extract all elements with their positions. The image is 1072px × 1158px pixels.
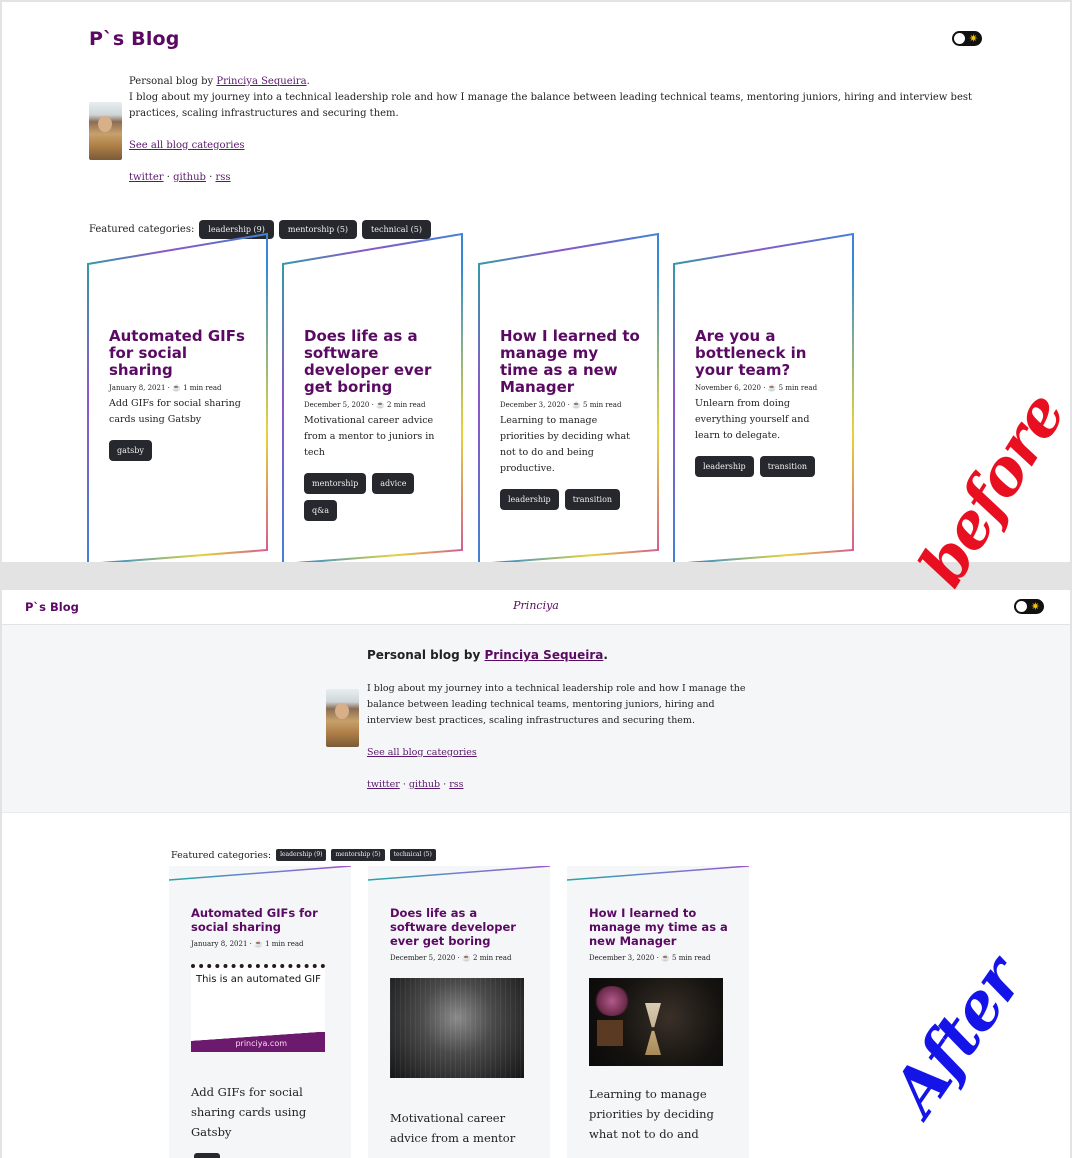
post-meta: January 8, 2021 · ☕ 1 min read	[191, 940, 304, 948]
avatar	[89, 102, 122, 160]
header-center-title[interactable]: Princiya	[2, 599, 1070, 612]
category-chip[interactable]: mentorship (5)	[331, 849, 385, 861]
github-link[interactable]: github	[409, 779, 440, 790]
sun-icon: ✷	[968, 32, 978, 45]
rss-link[interactable]: rss	[216, 172, 231, 183]
tag-chip[interactable]	[194, 1153, 220, 1158]
tag-chip[interactable]: mentorship	[304, 473, 367, 494]
tag-chip[interactable]: advice	[372, 473, 415, 494]
rain-photo	[390, 978, 524, 1078]
social-links: twitter · github · rss	[367, 779, 464, 790]
post-meta: December 3, 2020 · ☕ 5 min read	[589, 954, 711, 962]
post-title[interactable]: Does life as a software developer ever g…	[304, 328, 444, 396]
card-gradient-border	[567, 866, 749, 881]
coffee-icon: ☕	[661, 954, 670, 962]
post-title[interactable]: Automated GIFs for social sharing	[191, 906, 331, 934]
post-title[interactable]: Automated GIFs for social sharing	[109, 328, 249, 379]
tag-chip[interactable]: leadership	[500, 489, 559, 510]
toggle-knob	[954, 33, 965, 44]
post-title[interactable]: How I learned to manage my time as a new…	[500, 328, 640, 396]
bio-description: I blog about my journey into a technical…	[129, 92, 973, 119]
post-description: Add GIFs for social sharing cards using …	[191, 1085, 307, 1139]
tag-chip[interactable]: leadership	[695, 456, 754, 477]
post-card[interactable]: How I learned to manage my time as a new…	[567, 866, 749, 1158]
tag-chip[interactable]: transition	[564, 489, 621, 510]
coffee-icon: ☕	[767, 384, 777, 392]
site-title[interactable]: P`s Blog	[89, 28, 180, 50]
post-card[interactable]: Automated GIFs for social sharing Januar…	[169, 866, 351, 1158]
rss-link[interactable]: rss	[449, 779, 463, 790]
theme-toggle[interactable]: ✷	[952, 31, 982, 46]
post-meta: December 5, 2020 · ☕ 2 min read	[390, 954, 512, 962]
coffee-icon: ☕	[462, 954, 471, 962]
social-links: twitter · github · rss	[129, 172, 231, 183]
coffee-icon: ☕	[172, 384, 181, 392]
featured-categories: Featured categories: leadership (9) ment…	[171, 849, 436, 861]
post-card[interactable]: Does life as a software developer ever g…	[368, 866, 550, 1158]
avatar	[326, 689, 359, 747]
post-title[interactable]: Are you a bottleneck in your team?	[695, 328, 835, 379]
card-gradient-border	[169, 866, 351, 881]
hourglass-photo	[589, 978, 723, 1066]
sun-icon: ✷	[1030, 600, 1040, 613]
post-title[interactable]: Does life as a software developer ever g…	[390, 906, 530, 948]
tag-chip[interactable]: transition	[759, 456, 816, 477]
card-gradient-border	[368, 866, 550, 881]
coffee-icon: ☕	[376, 401, 385, 409]
github-link[interactable]: github	[173, 172, 206, 183]
hero-bio: Personal blog by Princiya Sequeira. I bl…	[2, 625, 1070, 813]
post-card[interactable]: How I learned to manage my time as a new…	[478, 232, 659, 562]
bio-intro: Personal blog by Princiya Sequeira.	[129, 76, 310, 87]
theme-toggle[interactable]: ✷	[1014, 599, 1044, 614]
post-card[interactable]: Does life as a software developer ever g…	[282, 232, 463, 562]
author-link[interactable]: Princiya Sequeira	[216, 76, 306, 87]
category-chip[interactable]: technical (5)	[389, 849, 436, 861]
post-card[interactable]: Are you a bottleneck in your team? Novem…	[673, 232, 854, 562]
post-description: Learning to manage priorities by decidin…	[500, 415, 630, 474]
categories-link[interactable]: See all blog categories	[367, 747, 477, 758]
post-meta: November 6, 2020 · ☕ 5 min read	[695, 384, 818, 392]
site-header: P`s Blog Princiya ✷	[2, 590, 1070, 625]
post-description: Learning to manage priorities by decidin…	[589, 1087, 714, 1141]
post-meta: December 5, 2020 · ☕ 2 min read	[304, 401, 426, 409]
gif-card-image: This is an automated GIF princiya.com	[191, 964, 325, 1052]
bio: Personal blog by Princiya Sequeira. I bl…	[89, 74, 989, 202]
before-screenshot: P`s Blog ✷ Personal blog by Princiya Seq…	[2, 2, 1070, 562]
post-description: Unlearn from doing everything yourself a…	[695, 398, 810, 441]
post-description: Motivational career advice from a mentor…	[304, 415, 435, 458]
gif-url: princiya.com	[235, 1039, 287, 1048]
post-title[interactable]: How I learned to manage my time as a new…	[589, 906, 729, 948]
bio-heading: Personal blog by Princiya Sequeira.	[367, 648, 608, 662]
category-chip[interactable]: leadership (9)	[276, 849, 327, 861]
post-meta: January 8, 2021 · ☕ 1 min read	[109, 384, 222, 392]
author-link[interactable]: Princiya Sequeira	[484, 648, 603, 662]
gif-text: This is an automated GIF	[196, 974, 321, 985]
featured-label: Featured categories:	[171, 849, 272, 861]
hourglass-icon	[645, 1003, 661, 1055]
twitter-link[interactable]: twitter	[367, 779, 400, 790]
bio-description: I blog about my journey into a technical…	[367, 683, 746, 726]
coffee-icon: ☕	[572, 401, 581, 409]
toggle-knob	[1016, 601, 1027, 612]
post-description: Add GIFs for social sharing cards using …	[109, 398, 241, 425]
post-card[interactable]: Automated GIFs for social sharing Januar…	[87, 232, 268, 562]
categories-link[interactable]: See all blog categories	[129, 140, 245, 151]
post-description: Motivational career advice from a mentor	[390, 1111, 516, 1145]
tag-chip[interactable]: q&a	[304, 500, 338, 521]
coffee-icon: ☕	[254, 940, 263, 948]
post-meta: December 3, 2020 · ☕ 5 min read	[500, 401, 622, 409]
twitter-link[interactable]: twitter	[129, 172, 164, 183]
tag-chip[interactable]: gatsby	[109, 440, 152, 461]
